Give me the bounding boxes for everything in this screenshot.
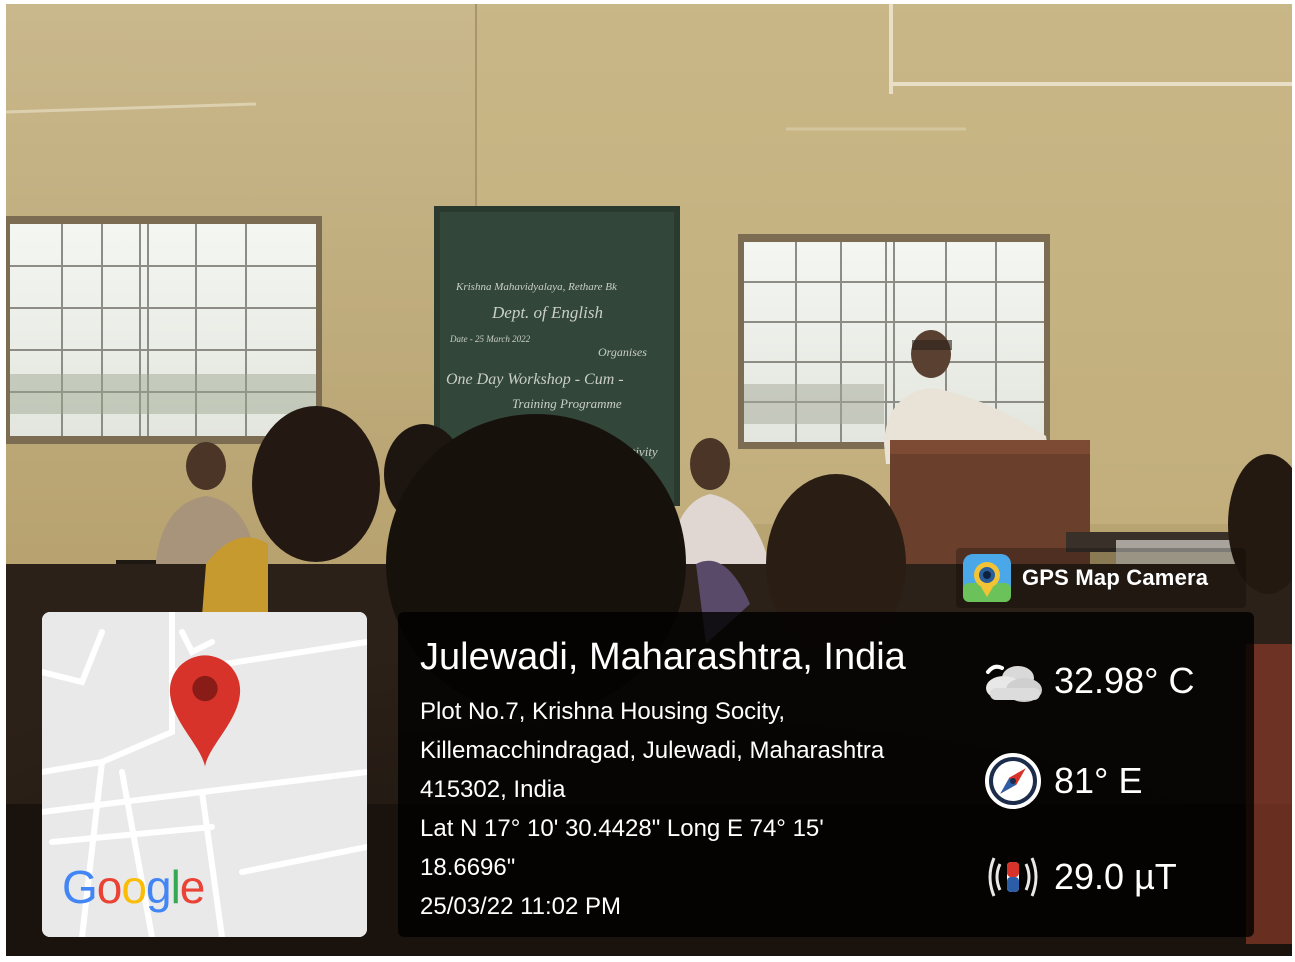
direction-value: 81° E xyxy=(1054,760,1143,801)
address-block: Plot No.7, Krishna Housing Socity, Kille… xyxy=(420,692,980,926)
gps-map-camera-logo-icon xyxy=(963,554,1011,602)
address-line: 415302, India xyxy=(420,776,566,803)
temperature-value: 32.98° C xyxy=(1054,660,1195,701)
board-line-4: Organises xyxy=(598,345,647,359)
brand-label: GPS Map Camera xyxy=(1022,565,1209,590)
board-line-3: Date - 25 March 2022 xyxy=(449,334,531,344)
map-pin-icon xyxy=(169,655,241,767)
magnet-icon xyxy=(988,857,1038,897)
board-line-2: Dept. of English xyxy=(491,303,603,322)
location-info-panel: Julewadi, Maharashtra, India Plot No.7, … xyxy=(398,612,1254,937)
board-line-1: Krishna Mahavidyalaya, Rethare Bk xyxy=(455,281,618,293)
temperature-metric: 32.98° C xyxy=(980,648,1194,714)
board-line-6: Training Programme xyxy=(512,396,622,411)
address-line: Plot No.7, Krishna Housing Socity, xyxy=(420,698,786,725)
coordinates-line: 18.6696" xyxy=(420,854,516,881)
coordinates-line: Lat N 17° 10' 30.4428" Long E 74° 15' xyxy=(420,815,824,842)
timestamp: 25/03/22 11:02 PM xyxy=(420,893,622,920)
cloud-weather-icon xyxy=(986,664,1042,702)
brand-badge: GPS Map Camera xyxy=(956,548,1246,608)
map-thumbnail[interactable]: Google xyxy=(42,612,367,937)
place-title: Julewadi, Maharashtra, India xyxy=(420,636,906,678)
compass-icon xyxy=(985,753,1041,809)
left-window xyxy=(6,216,322,444)
board-line-5: One Day Workshop - Cum - xyxy=(446,371,624,388)
address-line: Killemacchindragad, Julewadi, Maharashtr… xyxy=(420,737,885,764)
direction-metric: 81° E xyxy=(980,748,1142,814)
google-logo: Google xyxy=(62,861,205,913)
magnetic-value: 29.0 µT xyxy=(1054,856,1177,897)
magnetic-metric: 29.0 µT xyxy=(980,844,1177,910)
